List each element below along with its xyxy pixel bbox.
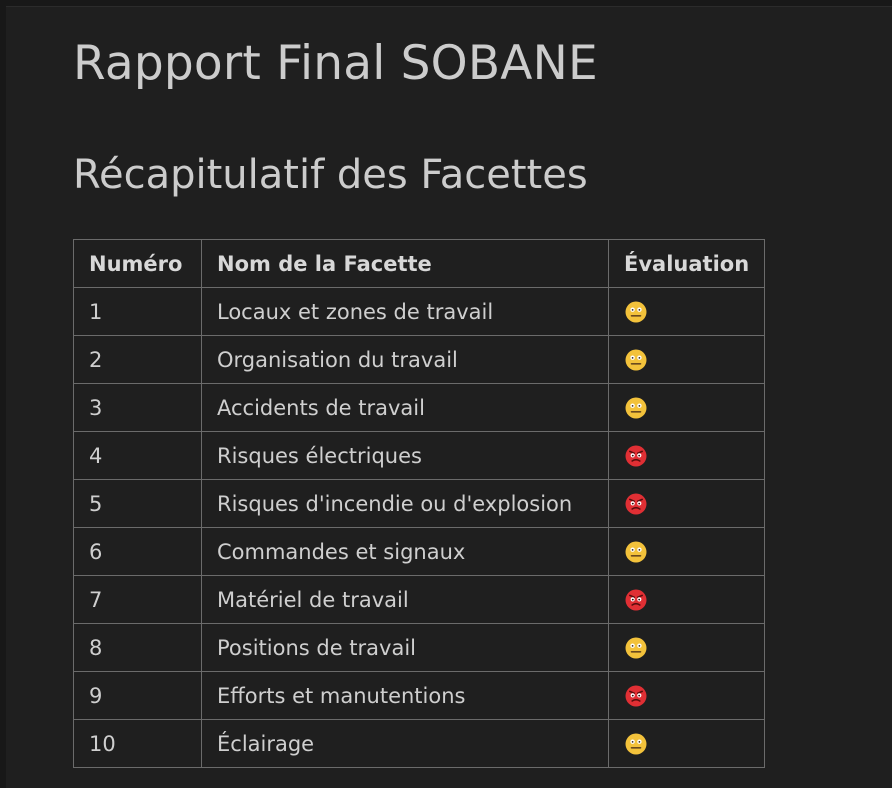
header-row: Numéro Nom de la Facette Évaluation	[73, 239, 766, 288]
row-facet-name: Risques d'incendie ou d'explosion	[201, 479, 609, 528]
row-facet-name: Locaux et zones de travail	[201, 287, 609, 336]
row-number: 4	[73, 431, 202, 480]
table-row: 10 Éclairage	[73, 719, 766, 768]
row-evaluation	[607, 431, 766, 480]
row-evaluation	[607, 623, 766, 672]
angry-face-icon	[624, 588, 648, 612]
header-number: Numéro	[73, 239, 202, 288]
row-facet-name: Éclairage	[201, 719, 609, 768]
table-row: 5 Risques d'incendie ou d'explosion	[73, 479, 766, 528]
table-row: 7 Matériel de travail	[73, 575, 766, 624]
facets-table-header: Numéro Nom de la Facette Évaluation	[73, 239, 766, 288]
report-title: Rapport Final SOBANE	[73, 36, 598, 91]
table-row: 1 Locaux et zones de travail	[73, 287, 766, 336]
row-number: 3	[73, 383, 202, 432]
neutral-face-icon	[624, 732, 648, 756]
row-number: 6	[73, 527, 202, 576]
row-facet-name: Accidents de travail	[201, 383, 609, 432]
row-evaluation	[607, 383, 766, 432]
row-facet-name: Efforts et manutentions	[201, 671, 609, 720]
row-number: 2	[73, 335, 202, 384]
window-top-border	[0, 0, 892, 7]
facets-table: Numéro Nom de la Facette Évaluation 1 Lo…	[73, 239, 766, 768]
table-row: 4 Risques électriques	[73, 431, 766, 480]
row-facet-name: Risques électriques	[201, 431, 609, 480]
row-evaluation	[607, 287, 766, 336]
window-left-border	[0, 0, 6, 788]
angry-face-icon	[624, 684, 648, 708]
row-evaluation	[607, 671, 766, 720]
neutral-face-icon	[624, 636, 648, 660]
facets-table-body: 1 Locaux et zones de travail 2 Organisat…	[73, 287, 766, 768]
row-evaluation	[607, 479, 766, 528]
table-row: 9 Efforts et manutentions	[73, 671, 766, 720]
row-number: 8	[73, 623, 202, 672]
report-subtitle: Récapitulatif des Facettes	[73, 152, 588, 198]
header-evaluation: Évaluation	[607, 239, 766, 288]
header-name: Nom de la Facette	[201, 239, 609, 288]
row-number: 5	[73, 479, 202, 528]
table-row: 2 Organisation du travail	[73, 335, 766, 384]
table-row: 8 Positions de travail	[73, 623, 766, 672]
angry-face-icon	[624, 444, 648, 468]
table-row: 6 Commandes et signaux	[73, 527, 766, 576]
row-evaluation	[607, 719, 766, 768]
row-facet-name: Matériel de travail	[201, 575, 609, 624]
neutral-face-icon	[624, 300, 648, 324]
row-number: 9	[73, 671, 202, 720]
report-content: Rapport Final SOBANE Récapitulatif des F…	[73, 30, 853, 768]
row-evaluation	[607, 575, 766, 624]
neutral-face-icon	[624, 540, 648, 564]
row-facet-name: Organisation du travail	[201, 335, 609, 384]
row-facet-name: Positions de travail	[201, 623, 609, 672]
row-evaluation	[607, 335, 766, 384]
row-number: 7	[73, 575, 202, 624]
row-number: 1	[73, 287, 202, 336]
table-row: 3 Accidents de travail	[73, 383, 766, 432]
row-facet-name: Commandes et signaux	[201, 527, 609, 576]
row-number: 10	[73, 719, 202, 768]
neutral-face-icon	[624, 396, 648, 420]
angry-face-icon	[624, 492, 648, 516]
neutral-face-icon	[624, 348, 648, 372]
row-evaluation	[607, 527, 766, 576]
